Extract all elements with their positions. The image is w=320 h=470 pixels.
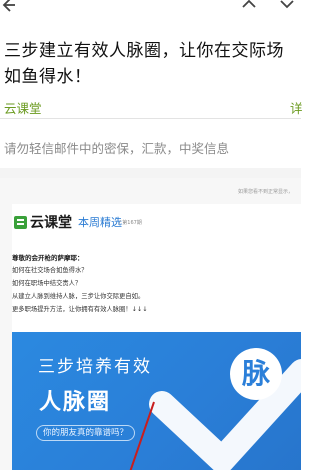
section-gap — [0, 168, 301, 178]
sender-name[interactable]: 云课堂 — [4, 98, 42, 117]
back-arrow-icon[interactable] — [1, 0, 19, 16]
newsletter-card: 云课堂 本周精选 / 第167期 尊敬的会开枪的萨摩耶： 如何在社交场合如鱼得水… — [12, 204, 301, 470]
security-warning: 请勿轻信邮件中的密保，汇款，中奖信息 — [4, 141, 230, 156]
top-bar — [0, 0, 301, 18]
greeting: 尊敬的会开枪的萨摩耶： — [12, 254, 84, 262]
divider — [0, 118, 301, 119]
cloud-class-logo-icon — [14, 214, 27, 229]
promo-banner[interactable]: 三步培养有效 人脉圈 你的朋友真的靠谱吗？ 脉 — [12, 332, 301, 470]
banner-title-line2: 人脉圈 — [39, 390, 112, 415]
display-notice[interactable]: 如果您看不到正常显示， — [238, 188, 293, 195]
weekly-picks-label: 本周精选 — [78, 216, 122, 229]
question-line: 从建立人脉到维持人脉，三步让你交际更自如。 — [12, 293, 145, 300]
banner-subtitle: 你的朋友真的靠谱吗？ — [36, 425, 136, 441]
email-body: 如果您看不到正常显示， 云课堂 本周精选 / 第167期 尊敬的会开枪的萨摩耶：… — [0, 178, 301, 470]
banner-title-line1: 三步培养有效 — [38, 357, 152, 377]
brand-name: 云课堂 — [30, 215, 72, 231]
chevron-down-icon[interactable] — [278, 0, 296, 15]
details-link[interactable]: 详 — [290, 98, 303, 117]
question-line: 如何在社交场合如鱼得水？ — [12, 267, 88, 274]
question-line: 更多职场提升方法，让你拥有有效人脉圈！↓↓↓ — [12, 306, 148, 313]
chevron-up-icon[interactable] — [240, 0, 258, 15]
mail-subject: 三步建立有效人脉圈，让你在交际场如鱼得水！ — [4, 41, 284, 87]
issue-number: / 第167期 — [119, 220, 142, 226]
banner-badge: 脉 — [230, 348, 282, 400]
question-line: 如何在职场中结交贵人？ — [12, 280, 82, 287]
